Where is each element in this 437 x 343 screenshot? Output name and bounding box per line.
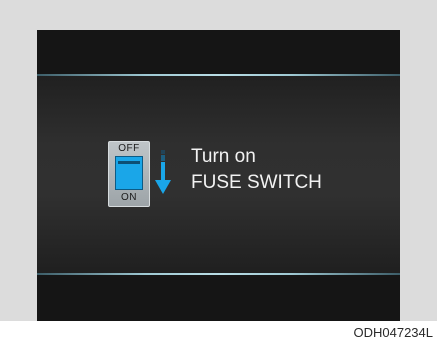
display-bottom-band bbox=[37, 275, 400, 321]
arrow-down-icon bbox=[155, 150, 171, 194]
accent-line-top bbox=[37, 74, 400, 76]
display-top-band bbox=[37, 30, 400, 74]
accent-line-bottom bbox=[37, 273, 400, 275]
switch-paddle-bar bbox=[118, 161, 140, 164]
figure-code: ODH047234L bbox=[353, 325, 434, 340]
message-line-2: FUSE SWITCH bbox=[191, 172, 322, 193]
switch-on-label: ON bbox=[121, 192, 137, 203]
switch-off-label: OFF bbox=[118, 143, 140, 154]
switch-paddle bbox=[115, 156, 143, 190]
cluster-display: OFF ON Turn on FUSE SWITCH bbox=[37, 30, 400, 321]
illustration-frame: OFF ON Turn on FUSE SWITCH bbox=[0, 0, 437, 321]
fuse-switch-icon: OFF ON bbox=[108, 141, 150, 207]
message-line-1: Turn on bbox=[191, 146, 256, 167]
warning-message: Turn on FUSE SWITCH bbox=[191, 144, 322, 196]
